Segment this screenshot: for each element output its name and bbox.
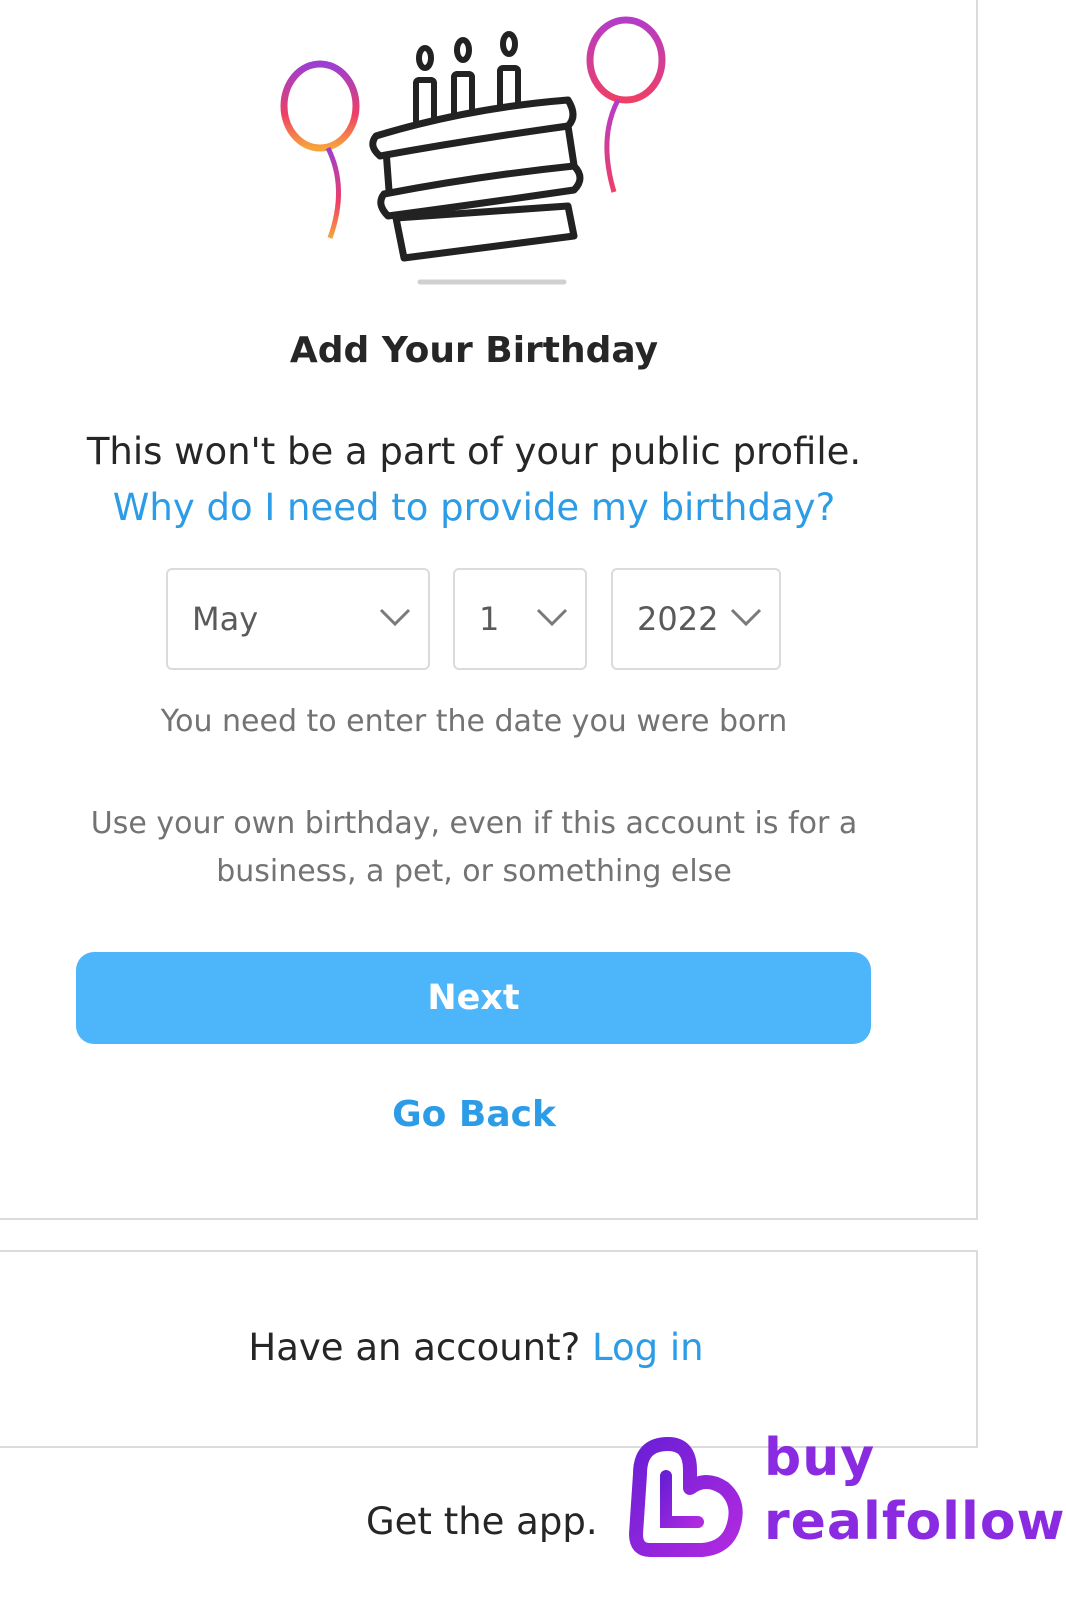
birthday-cake-icon <box>280 16 666 285</box>
day-select-value: 1 <box>479 600 500 638</box>
birthday-hint: You need to enter the date you were born <box>160 704 788 739</box>
brand-logo-icon <box>629 1437 743 1557</box>
month-select[interactable]: May <box>166 568 430 670</box>
brand-name-line2: realfollows <box>764 1492 1066 1552</box>
chevron-down-icon <box>730 608 762 627</box>
birthday-usage-note: Use your own birthday, even if this acco… <box>90 806 858 889</box>
year-select-value: 2022 <box>637 600 719 638</box>
have-account-text: Have an account? <box>248 1326 581 1369</box>
month-select-value: May <box>192 600 259 638</box>
have-account-row: Have an account? Log in <box>0 1326 952 1369</box>
get-app-text: Get the app. <box>366 1500 598 1543</box>
go-back-link[interactable]: Go Back <box>0 1094 950 1135</box>
privacy-note: This won't be a part of your public prof… <box>86 430 862 473</box>
day-select[interactable]: 1 <box>453 568 587 670</box>
chevron-down-icon <box>379 608 411 627</box>
login-link[interactable]: Log in <box>592 1326 704 1369</box>
brand-name-line1: buy <box>764 1428 876 1488</box>
page-title: Add Your Birthday <box>289 330 659 371</box>
chevron-down-icon <box>536 608 568 627</box>
why-birthday-link[interactable]: Why do I need to provide my birthday? <box>0 486 950 529</box>
birthday-card: Add Your Birthday This won't be a part o… <box>0 0 978 1220</box>
next-button[interactable]: Next <box>76 952 871 1044</box>
year-select[interactable]: 2022 <box>611 568 781 670</box>
